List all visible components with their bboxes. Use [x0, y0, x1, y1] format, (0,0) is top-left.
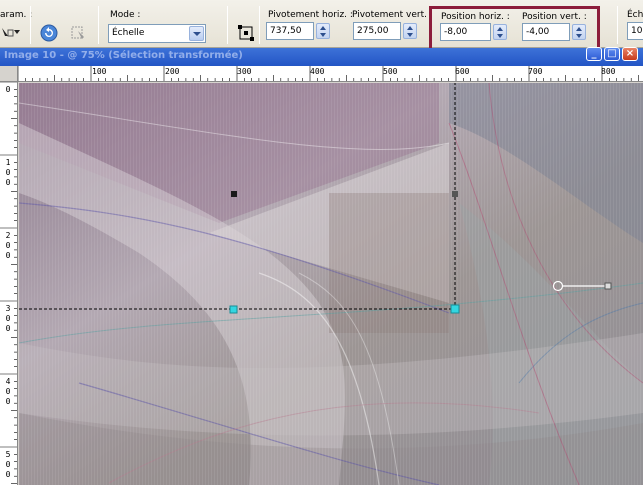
ruler-v-label: 100	[5, 158, 11, 187]
mode-select[interactable]: Échelle	[108, 24, 206, 43]
pivot-v-label: Pivotement vert. :	[352, 10, 433, 20]
rotation-handle-end[interactable]	[604, 282, 612, 290]
ruler-h-label: 300	[237, 67, 252, 76]
mode-value: Échelle	[112, 28, 145, 38]
transform-handle-active[interactable]	[450, 304, 460, 314]
horizontal-ruler: 100 200 300 400 500 600 700 800	[18, 66, 643, 82]
ruler-h-label: 200	[165, 67, 180, 76]
ruler-v-label: 400	[5, 377, 11, 406]
transform-handle-active[interactable]	[229, 305, 238, 314]
pivot-h-label: Pivotement horiz. :	[268, 10, 353, 20]
ruler-h-label: 400	[310, 67, 325, 76]
window-title: Image 10 - @ 75% (Sélection transformée)	[4, 50, 243, 61]
chevron-down-icon[interactable]	[189, 26, 204, 41]
scale-input[interactable]	[628, 23, 643, 39]
ruler-v-label: 200	[5, 231, 11, 260]
ruler-v-label: 0	[5, 85, 11, 94]
image-window-titlebar[interactable]: Image 10 - @ 75% (Sélection transformée)…	[0, 47, 643, 66]
ruler-h-label: 500	[383, 67, 398, 76]
image-canvas[interactable]	[19, 83, 643, 485]
pivot-v-field[interactable]	[353, 22, 401, 40]
pivot-h-field[interactable]	[266, 22, 314, 40]
pivot-icon[interactable]	[237, 24, 255, 42]
param-label: aram. :	[0, 10, 33, 20]
scale-field[interactable]	[627, 22, 643, 40]
vertical-ruler: 0 100 200 300 400 500	[0, 82, 18, 485]
scale-label: Éch	[627, 10, 643, 20]
ruler-h-label: 100	[92, 67, 107, 76]
ruler-h-label: 600	[455, 67, 470, 76]
ruler-v-label: 300	[5, 304, 11, 333]
copy-icon[interactable]	[70, 24, 88, 42]
mode-label: Mode :	[110, 10, 141, 20]
pivot-h-spinner[interactable]	[316, 23, 330, 39]
preset-dropdown-icon[interactable]	[14, 28, 22, 36]
ruler-corner	[0, 66, 18, 82]
pivot-v-input[interactable]	[354, 23, 400, 39]
pivot-h-input[interactable]	[267, 23, 313, 39]
pivot-v-spinner[interactable]	[403, 23, 417, 39]
close-button[interactable]: ×	[622, 47, 638, 61]
artwork	[19, 83, 643, 485]
transform-handle[interactable]	[452, 191, 458, 197]
minimize-button[interactable]: _	[586, 47, 602, 61]
ruler-h-label: 800	[601, 67, 616, 76]
maximize-button[interactable]: □	[604, 47, 620, 61]
position-highlight-box	[429, 6, 600, 51]
ruler-v-label: 500	[5, 450, 11, 479]
ruler-h-label: 700	[528, 67, 543, 76]
transform-handle[interactable]	[231, 191, 237, 197]
reset-icon[interactable]	[40, 24, 58, 42]
